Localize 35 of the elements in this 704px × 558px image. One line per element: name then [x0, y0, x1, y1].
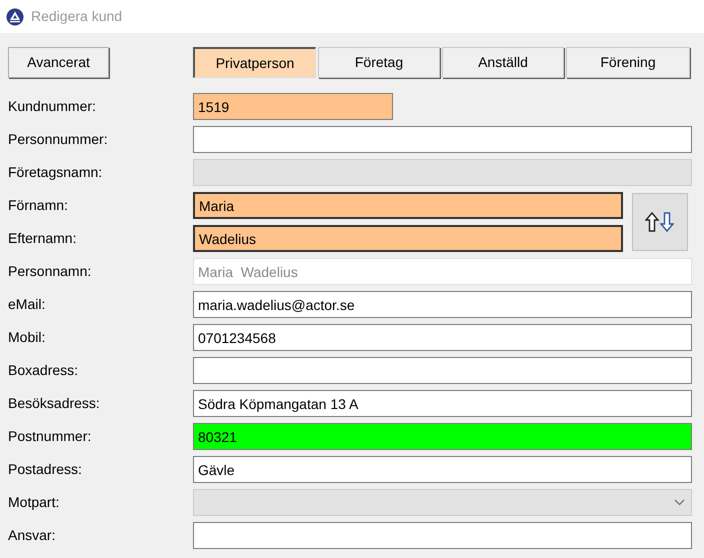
field-label: Efternamn: — [8, 229, 78, 248]
input-field[interactable]: Maria — [193, 192, 623, 219]
tab[interactable]: Förening — [566, 47, 690, 78]
field-label: Besöksadress: — [8, 394, 101, 413]
chevron-down-icon — [674, 499, 685, 506]
field-label: eMail: — [8, 295, 46, 314]
app-logo-icon — [6, 8, 24, 26]
input-field[interactable] — [193, 126, 692, 153]
field-label: Postnummer: — [8, 427, 92, 446]
input-field[interactable]: 80321 — [193, 423, 692, 450]
field-label: Boxadress: — [8, 361, 80, 380]
field-label: Kundnummer: — [8, 97, 97, 116]
field-label: Personnamn: — [8, 262, 92, 281]
window-title: Redigera kund — [31, 7, 122, 26]
input-field[interactable]: Gävle — [193, 456, 692, 483]
advanced-button[interactable]: Avancerat — [8, 47, 109, 78]
field-label: Postadress: — [8, 460, 83, 479]
tab[interactable]: Privatperson — [193, 47, 316, 78]
input-field[interactable]: 1519 — [193, 93, 393, 120]
field-label: Personnummer: — [8, 130, 109, 149]
input-field[interactable] — [193, 522, 692, 549]
field-label: Ansvar: — [8, 526, 56, 545]
input-field[interactable]: 0701234568 — [193, 324, 692, 351]
field-label: Mobil: — [8, 328, 46, 347]
swap-button[interactable] — [632, 193, 688, 251]
input-field[interactable]: Wadelius — [193, 225, 623, 252]
field-label: Förnamn: — [8, 196, 69, 215]
tab[interactable]: Företag — [318, 47, 440, 78]
swap-arrows-icon — [645, 212, 675, 232]
input-field[interactable] — [193, 357, 692, 384]
field-label: Företagsnamn: — [8, 163, 104, 182]
input-field[interactable]: maria.wadelius@actor.se — [193, 291, 692, 318]
field-label: Motpart: — [8, 493, 60, 512]
tab[interactable]: Anställd — [442, 47, 564, 78]
input-field[interactable]: Södra Köpmangatan 13 A — [193, 390, 692, 417]
